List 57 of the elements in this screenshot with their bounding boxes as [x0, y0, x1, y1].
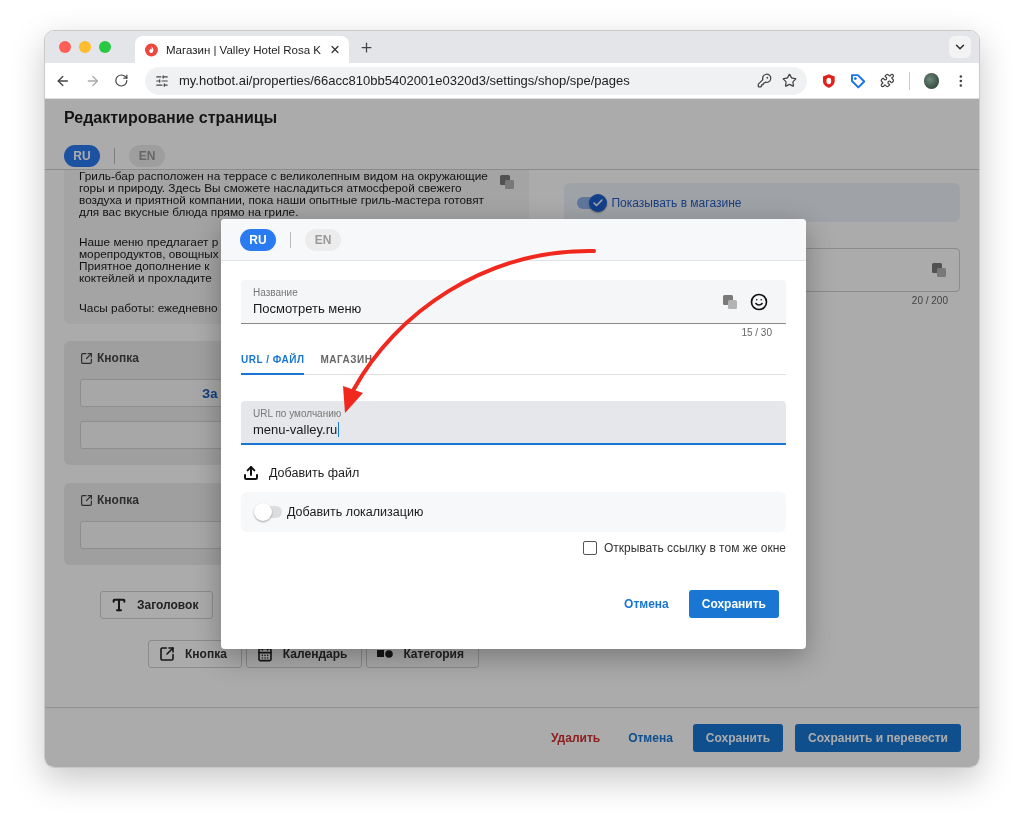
browser-tab[interactable]: Магазин | Valley Hotel Rosa K [135, 36, 349, 63]
external-link-icon [80, 351, 93, 365]
save-button[interactable]: Сохранить [692, 723, 784, 752]
save-and-translate-button[interactable]: Сохранить и перевести [795, 723, 961, 752]
translate-icon[interactable] [931, 262, 947, 278]
delete-button[interactable]: Удалить [542, 724, 609, 751]
tab[interactable]: URL / ФАЙЛ [241, 354, 305, 375]
profile-avatar[interactable] [923, 72, 940, 89]
toggle-label: Показывать в магазине [611, 195, 742, 210]
block-title: Кнопка [97, 351, 139, 365]
translate-icon[interactable] [499, 174, 516, 190]
bookmark-star-icon[interactable] [781, 73, 797, 88]
upload-icon [243, 465, 259, 481]
url-field[interactable]: URL по умолчанию menu-valley.ru [241, 401, 786, 445]
add-file-button[interactable]: Добавить файл [241, 465, 360, 481]
external-link-icon [159, 646, 175, 662]
toggle-switch[interactable] [577, 193, 608, 212]
external-link-icon [80, 493, 93, 507]
cancel-button[interactable]: Отмена [616, 591, 677, 617]
character-counter: 15 / 30 [741, 327, 772, 338]
reload-icon[interactable] [114, 73, 129, 88]
checkbox[interactable] [582, 541, 597, 555]
checkbox-label: Открывать ссылку в том же окне [603, 541, 786, 555]
site-settings-icon[interactable] [155, 73, 169, 88]
tab-search-button[interactable] [949, 36, 971, 58]
address-bar[interactable]: my.hotbot.ai/properties/66acc810bb5402001e0320d3/settings/shop/spe/pages [145, 66, 807, 95]
cancel-button[interactable]: Отмена [620, 724, 681, 751]
translate-icon[interactable] [722, 293, 738, 310]
calendar-icon [256, 646, 273, 662]
shapes-icon [377, 648, 394, 660]
close-tab-icon[interactable] [329, 43, 341, 56]
check-icon [592, 196, 605, 209]
name-field[interactable]: Название Посмотреть меню [241, 280, 786, 324]
character-counter: 20 / 200 [911, 295, 948, 306]
flame-icon [145, 42, 158, 57]
key-icon[interactable] [756, 73, 772, 88]
add-block-button[interactable]: Заголовок [100, 591, 214, 619]
text-icon [111, 597, 127, 613]
save-button[interactable]: Сохранить [688, 590, 779, 618]
language-chip[interactable]: EN [305, 228, 341, 251]
description-paragraph: Наше меню предлагает р морепродуктов, овощных Приятное дополнение к коктейлей и прохладите [79, 236, 219, 284]
toggle-label: Добавить локализацию [287, 505, 424, 519]
add-block-button[interactable]: Кнопка [148, 640, 242, 668]
toggle-switch[interactable] [254, 503, 284, 521]
tab[interactable]: МАГАЗИН [320, 354, 373, 375]
block-title: Кнопка [97, 493, 139, 507]
emoji-icon[interactable] [750, 292, 768, 311]
tag-extension-icon[interactable] [850, 72, 867, 89]
tab-title: Магазин | Valley Hotel Rosa K [165, 43, 322, 56]
description-paragraph: Гриль-бар расположен на террасе с великолепным видом на окружающие горы и природу. Здесь Вы сможете насладиться атмосферой свежего воздуха и приятной компании, пока наши опытные гриль-мастера готовят для вас вкусные блюда прямо на гриле. [79, 170, 488, 218]
shield-extension-icon[interactable] [820, 72, 837, 89]
language-chip[interactable]: RU [64, 145, 100, 167]
language-chip[interactable]: RU [240, 228, 276, 251]
new-tab-icon[interactable] [359, 39, 374, 55]
description-paragraph: Часы работы: ежедневно [79, 302, 218, 314]
extensions-icon[interactable] [880, 73, 895, 88]
page-title: Редактирование страницы [64, 108, 279, 128]
